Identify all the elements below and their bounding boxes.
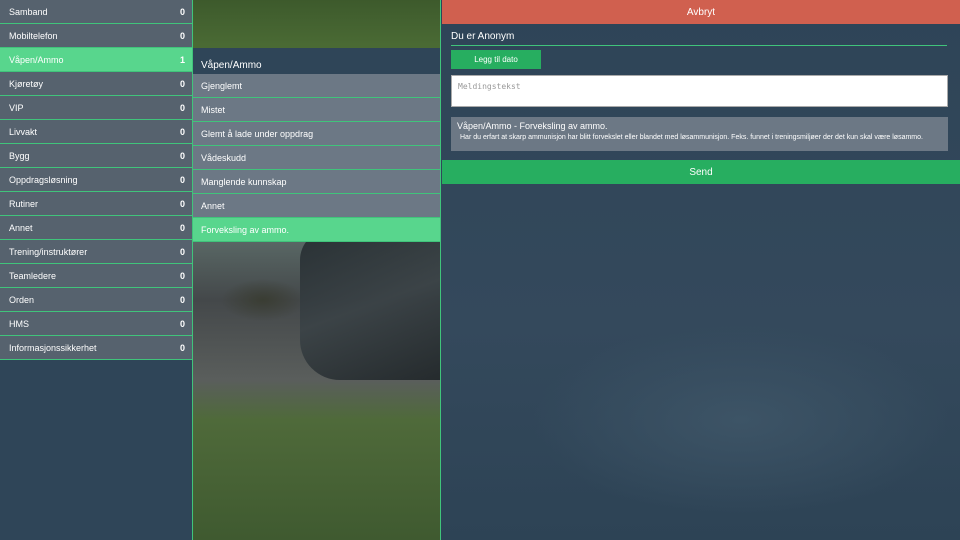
category-label: Annet <box>9 222 33 233</box>
category-item[interactable]: Oppdragsløsning 0 <box>0 168 192 192</box>
category-item[interactable]: VIP 0 <box>0 96 192 120</box>
category-item[interactable]: Trening/instruktører 0 <box>0 240 192 264</box>
category-item[interactable]: Annet 0 <box>0 216 192 240</box>
category-label: Informasjonssikkerhet <box>9 342 97 353</box>
category-count: 0 <box>179 198 185 209</box>
category-count: 0 <box>179 222 185 233</box>
subcategory-title: Våpen/Ammo <box>193 48 441 74</box>
category-count: 0 <box>179 102 185 113</box>
category-label: Orden <box>9 294 35 305</box>
user-title: Du er Anonym <box>451 31 947 46</box>
selection-info-title: Våpen/Ammo - Forveksling av ammo. <box>457 121 608 131</box>
category-label: Livvakt <box>9 126 38 137</box>
selection-info-box: Våpen/Ammo - Forveksling av ammo. Har du… <box>451 117 948 151</box>
category-count: 0 <box>179 342 185 353</box>
send-button[interactable]: Send <box>442 160 960 184</box>
subcategory-list: Våpen/Ammo Gjenglemt Mistet Glemt å lade… <box>193 48 441 242</box>
category-item[interactable]: Orden 0 <box>0 288 192 312</box>
subcategory-item-active[interactable]: Forveksling av ammo. <box>193 218 441 242</box>
category-item[interactable]: Livvakt 0 <box>0 120 192 144</box>
category-count: 0 <box>179 246 185 257</box>
column-divider <box>440 0 441 540</box>
category-item[interactable]: HMS 0 <box>0 312 192 336</box>
category-count: 0 <box>179 270 185 281</box>
subcategory-item[interactable]: Mistet <box>193 98 441 122</box>
cancel-button[interactable]: Avbryt <box>442 0 960 24</box>
category-label: Teamledere <box>9 270 57 281</box>
category-label: Trening/instruktører <box>9 246 88 257</box>
category-count: 0 <box>179 174 185 185</box>
add-date-button[interactable]: Legg til dato <box>451 50 541 69</box>
category-label: Våpen/Ammo <box>9 54 64 65</box>
category-count: 0 <box>179 294 185 305</box>
category-list-background <box>0 360 193 540</box>
category-count: 1 <box>179 54 185 65</box>
category-item[interactable]: Mobiltelefon 0 <box>0 24 192 48</box>
subcategory-item[interactable]: Vådeskudd <box>193 146 441 170</box>
category-count: 0 <box>179 150 185 161</box>
category-label: VIP <box>9 102 24 113</box>
category-label: Kjøretøy <box>9 78 44 89</box>
category-item[interactable]: Rutiner 0 <box>0 192 192 216</box>
category-label: Oppdragsløsning <box>9 174 78 185</box>
category-count: 0 <box>179 78 185 89</box>
category-item[interactable]: Samband 0 <box>0 0 192 24</box>
subcategory-item[interactable]: Glemt å lade under oppdrag <box>193 122 441 146</box>
category-label: Rutiner <box>9 198 39 209</box>
category-count: 0 <box>179 6 185 17</box>
subcategory-item[interactable]: Annet <box>193 194 441 218</box>
category-item[interactable]: Teamledere 0 <box>0 264 192 288</box>
selection-info-text: Har du erfart at skarp ammunisjon har bl… <box>460 134 923 141</box>
category-item-active[interactable]: Våpen/Ammo 1 <box>0 48 192 72</box>
category-count: 0 <box>179 318 185 329</box>
category-count: 0 <box>179 30 185 41</box>
category-list: Samband 0 Mobiltelefon 0 Våpen/Ammo 1 Kjøre… <box>0 0 193 360</box>
message-input[interactable]: Meldingstekst <box>451 75 948 107</box>
category-label: HMS <box>9 318 29 329</box>
category-item[interactable]: Informasjonssikkerhet 0 <box>0 336 192 360</box>
background-car <box>300 230 441 380</box>
category-label: Mobiltelefon <box>9 30 58 41</box>
category-label: Samband <box>9 6 48 17</box>
category-label: Bygg <box>9 150 30 161</box>
category-count: 0 <box>179 126 185 137</box>
subcategory-item[interactable]: Manglende kunnskap <box>193 170 441 194</box>
category-item[interactable]: Bygg 0 <box>0 144 192 168</box>
subcategory-item[interactable]: Gjenglemt <box>193 74 441 98</box>
category-item[interactable]: Kjøretøy 0 <box>0 72 192 96</box>
